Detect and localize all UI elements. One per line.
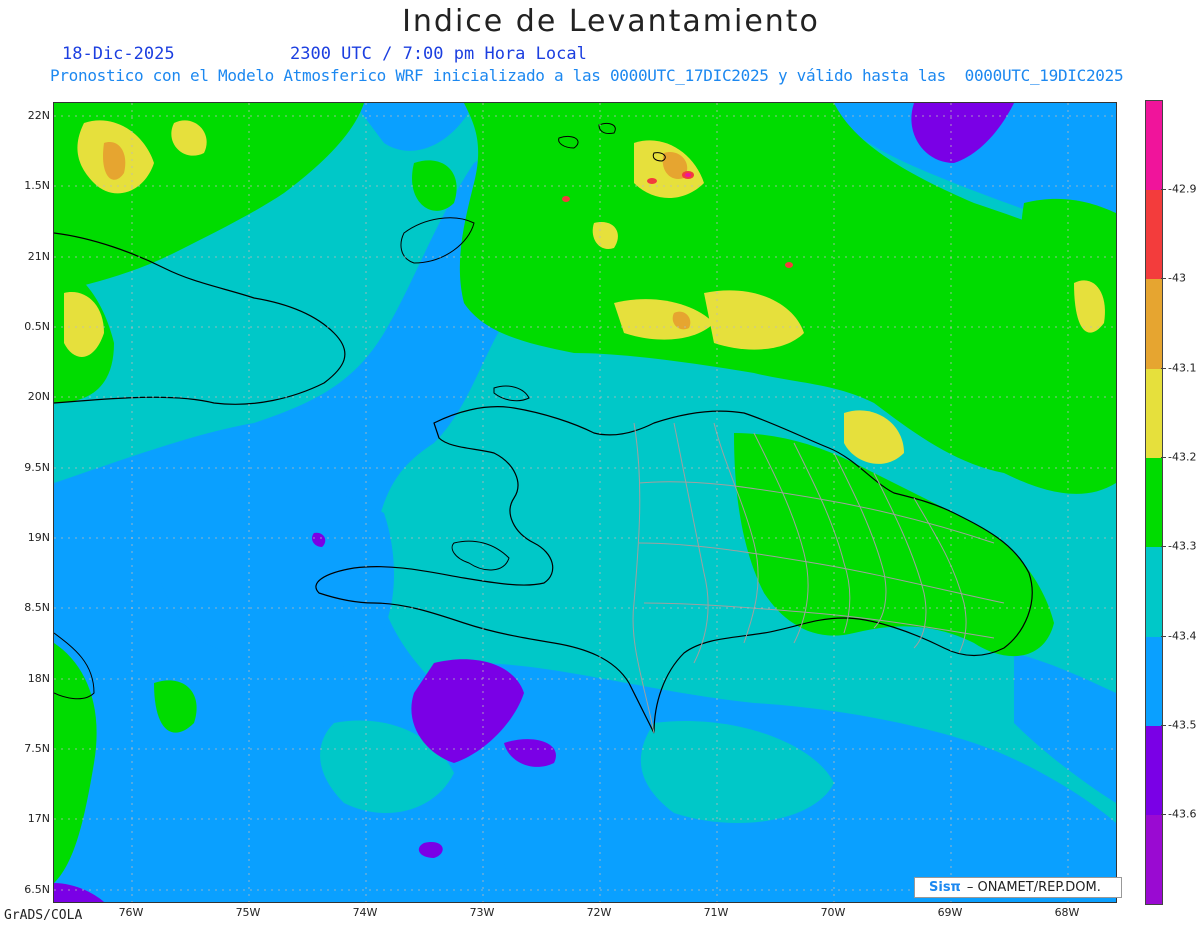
colorbar-label-3: -43.2: [1168, 450, 1197, 464]
colorbar-seg-3: [1146, 369, 1162, 458]
colorbar-seg-0: [1146, 101, 1162, 190]
colorbar-seg-7: [1146, 726, 1162, 815]
map-canvas: [54, 103, 1116, 902]
colorbar-seg-5: [1146, 547, 1162, 637]
colorbar-seg-1: [1146, 190, 1162, 279]
colorbar-seg-6: [1146, 637, 1162, 726]
colorbar-label-5: -43.4: [1168, 629, 1197, 643]
lon-label-73w: 73W: [469, 906, 495, 919]
lon-label-76w: 76W: [118, 906, 144, 919]
lat-label-18-5n: 8.5N: [24, 601, 50, 614]
lon-label-70w: 70W: [820, 906, 846, 919]
lon-label-69w: 69W: [937, 906, 963, 919]
lat-label-19n: 19N: [27, 531, 50, 544]
forecast-time: 2300 UTC / 7:00 pm Hora Local: [290, 44, 587, 64]
model-info: Pronostico con el Modelo Atmosferico WRF…: [50, 66, 1124, 85]
lon-label-74w: 74W: [352, 906, 378, 919]
lon-label-68w: 68W: [1054, 906, 1080, 919]
field-red-4: [562, 196, 570, 202]
lat-label-22n: 22N: [27, 109, 50, 122]
lat-label-17n: 17N: [27, 812, 50, 825]
map-title: Indice de Levantamiento: [402, 4, 820, 39]
credit-text: – ONAMET/REP.DOM.: [966, 880, 1101, 895]
colorbar-label-2: -43.1: [1168, 361, 1197, 375]
sispi-logo: Sisπ: [929, 880, 961, 895]
lon-label-72w: 72W: [586, 906, 612, 919]
lat-label-16-5n: 6.5N: [24, 883, 50, 896]
credit-box: Sisπ – ONAMET/REP.DOM.: [914, 877, 1122, 898]
colorbar-label-6: -43.5: [1168, 718, 1197, 732]
colorbar-seg-4: [1146, 458, 1162, 547]
colorbar-seg-8: [1146, 815, 1162, 904]
lat-label-19-5n: 9.5N: [24, 461, 50, 474]
lat-label-20-5n: 0.5N: [24, 320, 50, 333]
colorbar: [1145, 100, 1163, 905]
forecast-date: 18-Dic-2025: [62, 44, 175, 64]
lat-label-21-5n: 1.5N: [24, 179, 50, 192]
lat-label-20n: 20N: [27, 390, 50, 403]
lat-label-21n: 21N: [27, 250, 50, 263]
lat-label-18n: 18N: [27, 672, 50, 685]
lifted-index-map: [53, 102, 1117, 903]
software-label: GrADS/COLA: [4, 908, 83, 923]
lat-label-17-5n: 7.5N: [24, 742, 50, 755]
colorbar-label-1: -43: [1168, 271, 1186, 285]
colorbar-seg-2: [1146, 279, 1162, 369]
colorbar-label-0: -42.9: [1168, 182, 1197, 196]
colorbar-label-7: -43.6: [1168, 807, 1197, 821]
field-magenta-1: [685, 173, 691, 177]
lon-label-71w: 71W: [703, 906, 729, 919]
lon-label-75w: 75W: [235, 906, 261, 919]
field-red-3: [785, 262, 793, 268]
colorbar-label-4: -43.3: [1168, 539, 1197, 553]
field-red-2: [647, 178, 657, 184]
